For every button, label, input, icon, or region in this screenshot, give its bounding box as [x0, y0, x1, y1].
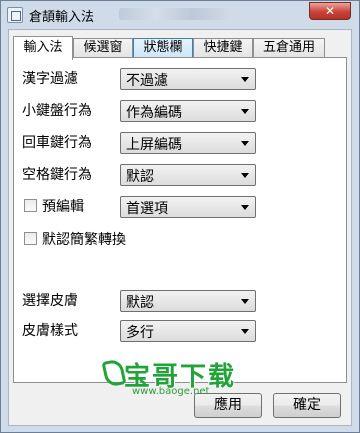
skin-value: 默認: [126, 295, 154, 311]
enter-key-value: 上屏編碼: [126, 137, 182, 153]
watermark: 宝哥下载 www.baoge.net: [96, 356, 266, 397]
enter-key-label: 回車鍵行為: [22, 135, 92, 151]
small-keyboard-value: 作為編碼: [126, 105, 182, 121]
small-keyboard-dropdown[interactable]: 作為編碼: [120, 100, 256, 122]
close-button[interactable]: ✕: [309, 2, 351, 20]
pre-edit-checkbox[interactable]: [24, 199, 37, 212]
pre-edit-label: 預編輯: [42, 199, 84, 215]
space-key-dropdown[interactable]: 默認: [120, 164, 256, 186]
tab-wucang-common[interactable]: 五倉通用: [253, 38, 325, 58]
ok-button[interactable]: 確定: [273, 393, 341, 418]
trad-simp-label: 默認簡繁轉換: [42, 232, 126, 248]
chevron-down-icon: [241, 205, 249, 210]
skin-style-dropdown[interactable]: 多行: [120, 320, 256, 342]
chevron-down-icon: [241, 173, 249, 178]
skin-style-label: 皮膚樣式: [22, 323, 78, 339]
pre-edit-dropdown[interactable]: 首選項: [120, 196, 256, 218]
small-keyboard-label: 小鍵盤行為: [22, 103, 92, 119]
skin-style-value: 多行: [126, 325, 154, 341]
skin-label: 選擇皮膚: [22, 293, 78, 309]
watermark-url: www.baoge.net: [132, 386, 210, 397]
chevron-down-icon: [241, 329, 249, 334]
tab-candidate-window[interactable]: 候選窗: [73, 38, 133, 58]
space-key-value: 默認: [126, 169, 154, 185]
chevron-down-icon: [241, 109, 249, 114]
chevron-down-icon: [241, 141, 249, 146]
skin-dropdown[interactable]: 默認: [120, 290, 256, 312]
tab-status-bar[interactable]: 狀態欄: [133, 38, 193, 58]
tab-input-method[interactable]: 輸入法: [13, 36, 73, 60]
window-title: 倉頡輸入法: [29, 10, 95, 25]
space-key-label: 空格鍵行為: [22, 167, 92, 183]
pre-edit-value: 首選項: [126, 201, 168, 217]
settings-window: 倉頡輸入法 ✕ 輸入法 候選窗 狀態欄 快捷鍵 五倉通用 漢字過濾 不過濾 小鍵…: [0, 0, 360, 433]
chevron-down-icon: [241, 77, 249, 82]
hanzi-filter-value: 不過濾: [126, 73, 168, 89]
title-bar[interactable]: 倉頡輸入法 ✕: [1, 1, 359, 29]
watermark-logo-icon: [101, 358, 127, 388]
chevron-down-icon: [241, 299, 249, 304]
tab-panel: 漢字過濾 不過濾 小鍵盤行為 作為編碼 回車鍵行為 上屏編碼 空格鍵行為 默認 …: [13, 57, 347, 383]
hanzi-filter-dropdown[interactable]: 不過濾: [120, 68, 256, 90]
tab-shortcuts[interactable]: 快捷鍵: [193, 38, 253, 58]
trad-simp-checkbox[interactable]: [24, 232, 37, 245]
blurred-title-region: [119, 8, 229, 20]
enter-key-dropdown[interactable]: 上屏編碼: [120, 132, 256, 154]
hanzi-filter-label: 漢字過濾: [22, 71, 78, 87]
app-icon: [7, 7, 23, 23]
